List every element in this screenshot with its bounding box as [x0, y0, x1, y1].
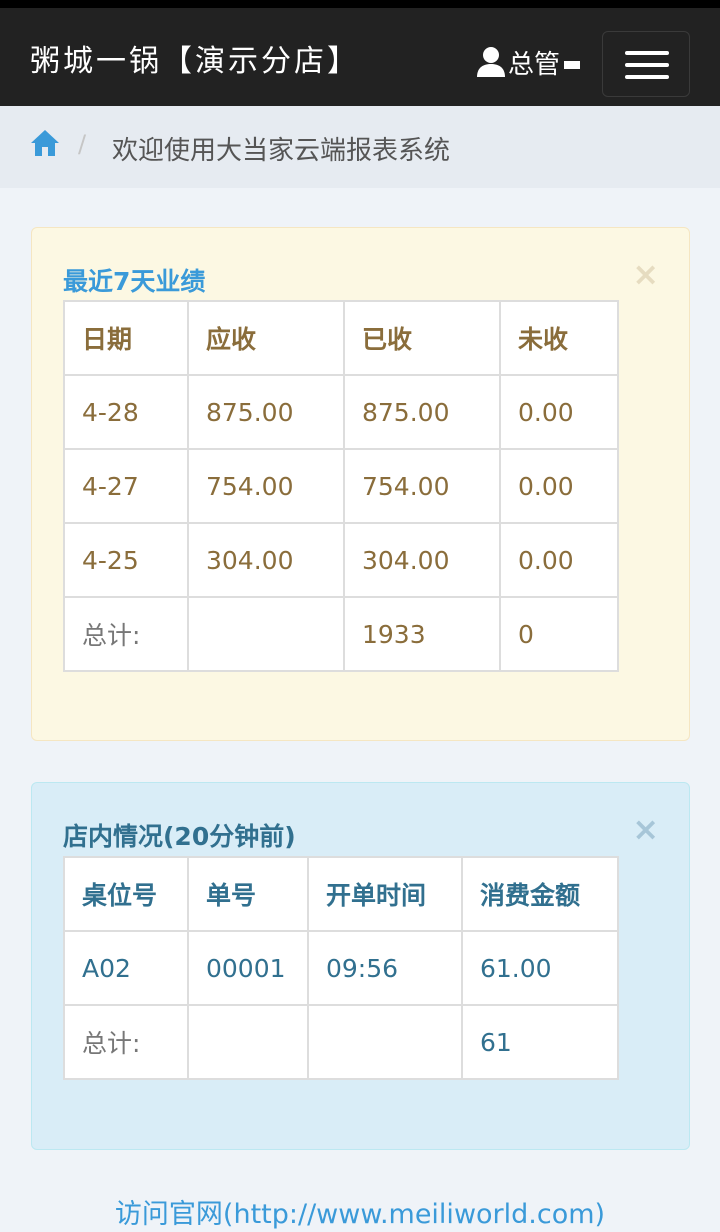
column-header: 应收 [187, 300, 345, 376]
menu-toggle-button[interactable] [602, 31, 690, 97]
table-cell: 61.00 [461, 930, 619, 1006]
table-cell: 4-27 [63, 448, 189, 524]
sales-table: 日期 应收 已收 未收 4-28 875.00 875.00 0.00 4-27… [63, 300, 619, 672]
breadcrumb-separator: / [78, 130, 87, 158]
store-table: 桌位号 单号 开单时间 消费金额 A02 00001 09:56 61.00 总… [63, 856, 619, 1080]
table-cell: 61 [461, 1004, 619, 1080]
table-cell [187, 596, 345, 672]
close-icon[interactable]: × [632, 813, 659, 845]
user-icon [477, 47, 505, 77]
table-row: A02 00001 09:56 61.00 [63, 930, 619, 1006]
table-cell: 0.00 [499, 374, 619, 450]
table-cell: 4-28 [63, 374, 189, 450]
caret-down-icon [564, 61, 581, 69]
table-cell: A02 [63, 930, 189, 1006]
column-header: 消费金额 [461, 856, 619, 932]
table-cell [307, 1004, 463, 1080]
official-site-link[interactable]: 访问官网(http://www.meiliworld.com) [0, 1192, 720, 1231]
table-total-row: 总计: 61 [63, 1004, 619, 1080]
table-cell: 754.00 [187, 448, 345, 524]
column-header: 开单时间 [307, 856, 463, 932]
total-label: 总计: [63, 596, 189, 672]
table-cell: 875.00 [187, 374, 345, 450]
close-icon[interactable]: × [632, 258, 659, 290]
home-icon[interactable] [30, 128, 60, 158]
panel-title: 店内情况(20分钟前) [63, 822, 296, 851]
column-header: 已收 [343, 300, 501, 376]
table-row: 4-27 754.00 754.00 0.00 [63, 448, 619, 524]
panel-title: 最近7天业绩 [63, 267, 206, 296]
column-header: 未收 [499, 300, 619, 376]
table-cell: 09:56 [307, 930, 463, 1006]
table-cell: 0.00 [499, 448, 619, 524]
table-cell [187, 1004, 309, 1080]
hamburger-line [625, 63, 669, 67]
table-cell: 0.00 [499, 522, 619, 598]
breadcrumb-current: 欢迎使用大当家云端报表系统 [112, 136, 451, 166]
table-cell: 875.00 [343, 374, 501, 450]
table-header-row: 桌位号 单号 开单时间 消费金额 [63, 856, 619, 932]
table-cell: 304.00 [343, 522, 501, 598]
recent-sales-panel: 最近7天业绩 × 日期 应收 已收 未收 4-28 875.00 875.00 … [31, 227, 690, 741]
table-cell: 0 [499, 596, 619, 672]
column-header: 单号 [187, 856, 309, 932]
table-cell: 00001 [187, 930, 309, 1006]
store-status-panel: 店内情况(20分钟前) × 桌位号 单号 开单时间 消费金额 A02 00001… [31, 782, 690, 1150]
hamburger-line [625, 51, 669, 55]
table-header-row: 日期 应收 已收 未收 [63, 300, 619, 376]
table-cell: 754.00 [343, 448, 501, 524]
top-navbar: 粥城一锅【演示分店】 总管 [0, 0, 720, 106]
user-menu[interactable]: 总管 [476, 42, 581, 82]
column-header: 桌位号 [63, 856, 189, 932]
table-cell: 4-25 [63, 522, 189, 598]
table-row: 4-25 304.00 304.00 0.00 [63, 522, 619, 598]
column-header: 日期 [63, 300, 189, 376]
total-label: 总计: [63, 1004, 189, 1080]
brand-title[interactable]: 粥城一锅【演示分店】 [30, 36, 360, 80]
table-cell: 304.00 [187, 522, 345, 598]
table-row: 4-28 875.00 875.00 0.00 [63, 374, 619, 450]
table-total-row: 总计: 1933 0 [63, 596, 619, 672]
hamburger-line [625, 75, 669, 79]
user-name: 总管 [508, 49, 561, 80]
table-cell: 1933 [343, 596, 501, 672]
